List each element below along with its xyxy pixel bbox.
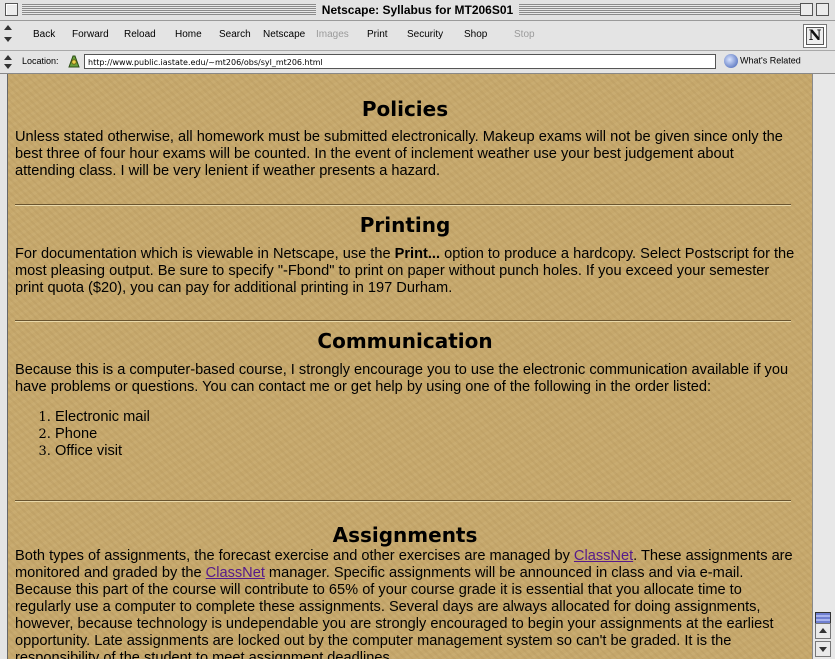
printing-section: Printing For documentation which is view… [15, 213, 795, 297]
divider [15, 500, 791, 502]
url-field[interactable]: http://www.public.iastate.edu/~mt206/obs… [84, 54, 716, 69]
images-button[interactable]: Images [316, 29, 349, 40]
forward-button[interactable]: Forward [72, 29, 109, 40]
location-label: Location: [22, 56, 59, 66]
divider [15, 204, 791, 206]
assignments-section: Assignments Both types of assignments, t… [15, 523, 795, 659]
print-menu-label: Print... [394, 246, 441, 262]
expand-location-icon[interactable] [4, 64, 12, 69]
list-item: Phone [55, 426, 795, 443]
contact-methods-list: Electronic mail Phone Office visit [15, 409, 795, 460]
search-button[interactable]: Search [219, 29, 251, 40]
window-title-bar[interactable]: Netscape: Syllabus for MT206S01 [0, 0, 835, 21]
netscape-button[interactable]: Netscape [263, 29, 305, 40]
list-item: Office visit [55, 443, 795, 460]
collapse-location-icon[interactable] [4, 55, 12, 60]
whats-related-label: What's Related [740, 55, 801, 66]
collapse-box[interactable] [816, 3, 829, 16]
divider [15, 320, 791, 322]
shop-button[interactable]: Shop [464, 29, 487, 40]
whats-related-button[interactable]: What's Related [724, 54, 801, 68]
printing-text: For documentation which is viewable in N… [15, 246, 795, 296]
whats-related-icon [724, 54, 738, 68]
list-item: Electronic mail [55, 409, 795, 426]
classnet-link[interactable]: ClassNet [206, 565, 265, 581]
collapse-toolbar-icon[interactable] [4, 25, 12, 30]
policies-heading: Policies [361, 97, 449, 121]
zoom-box[interactable] [800, 3, 813, 16]
page-proxy-icon[interactable] [67, 54, 81, 69]
reload-button[interactable]: Reload [124, 29, 156, 40]
communication-section: Communication Because this is a computer… [15, 329, 795, 460]
security-button[interactable]: Security [407, 29, 443, 40]
assignments-text: Both types of assignments, the forecast … [15, 548, 793, 659]
communication-text: Because this is a computer-based course,… [15, 362, 789, 395]
printing-heading: Printing [359, 213, 451, 237]
scroll-up-arrow-icon[interactable] [815, 623, 831, 639]
stop-button[interactable]: Stop [514, 29, 535, 40]
back-button[interactable]: Back [33, 29, 55, 40]
policies-section: Policies Unless stated otherwise, all ho… [15, 97, 795, 180]
netscape-logo-icon[interactable]: N [803, 24, 827, 48]
location-bar: Location: http://www.public.iastate.edu/… [0, 51, 835, 74]
navigation-toolbar: Back Forward Reload Home Search Netscape… [0, 21, 835, 51]
vertical-scrollbar[interactable] [812, 74, 835, 659]
communication-heading: Communication [317, 329, 493, 353]
assignments-heading: Assignments [332, 523, 478, 547]
page-content: Policies Unless stated otherwise, all ho… [7, 74, 813, 659]
policies-text: Unless stated otherwise, all homework mu… [15, 129, 783, 179]
window-title: Netscape: Syllabus for MT206S01 [0, 3, 835, 17]
print-button[interactable]: Print [367, 29, 388, 40]
scroll-down-arrow-icon[interactable] [815, 641, 831, 657]
home-button[interactable]: Home [175, 29, 202, 40]
expand-toolbar-icon[interactable] [4, 37, 12, 42]
left-window-edge [0, 74, 7, 659]
classnet-link[interactable]: ClassNet [574, 548, 633, 564]
